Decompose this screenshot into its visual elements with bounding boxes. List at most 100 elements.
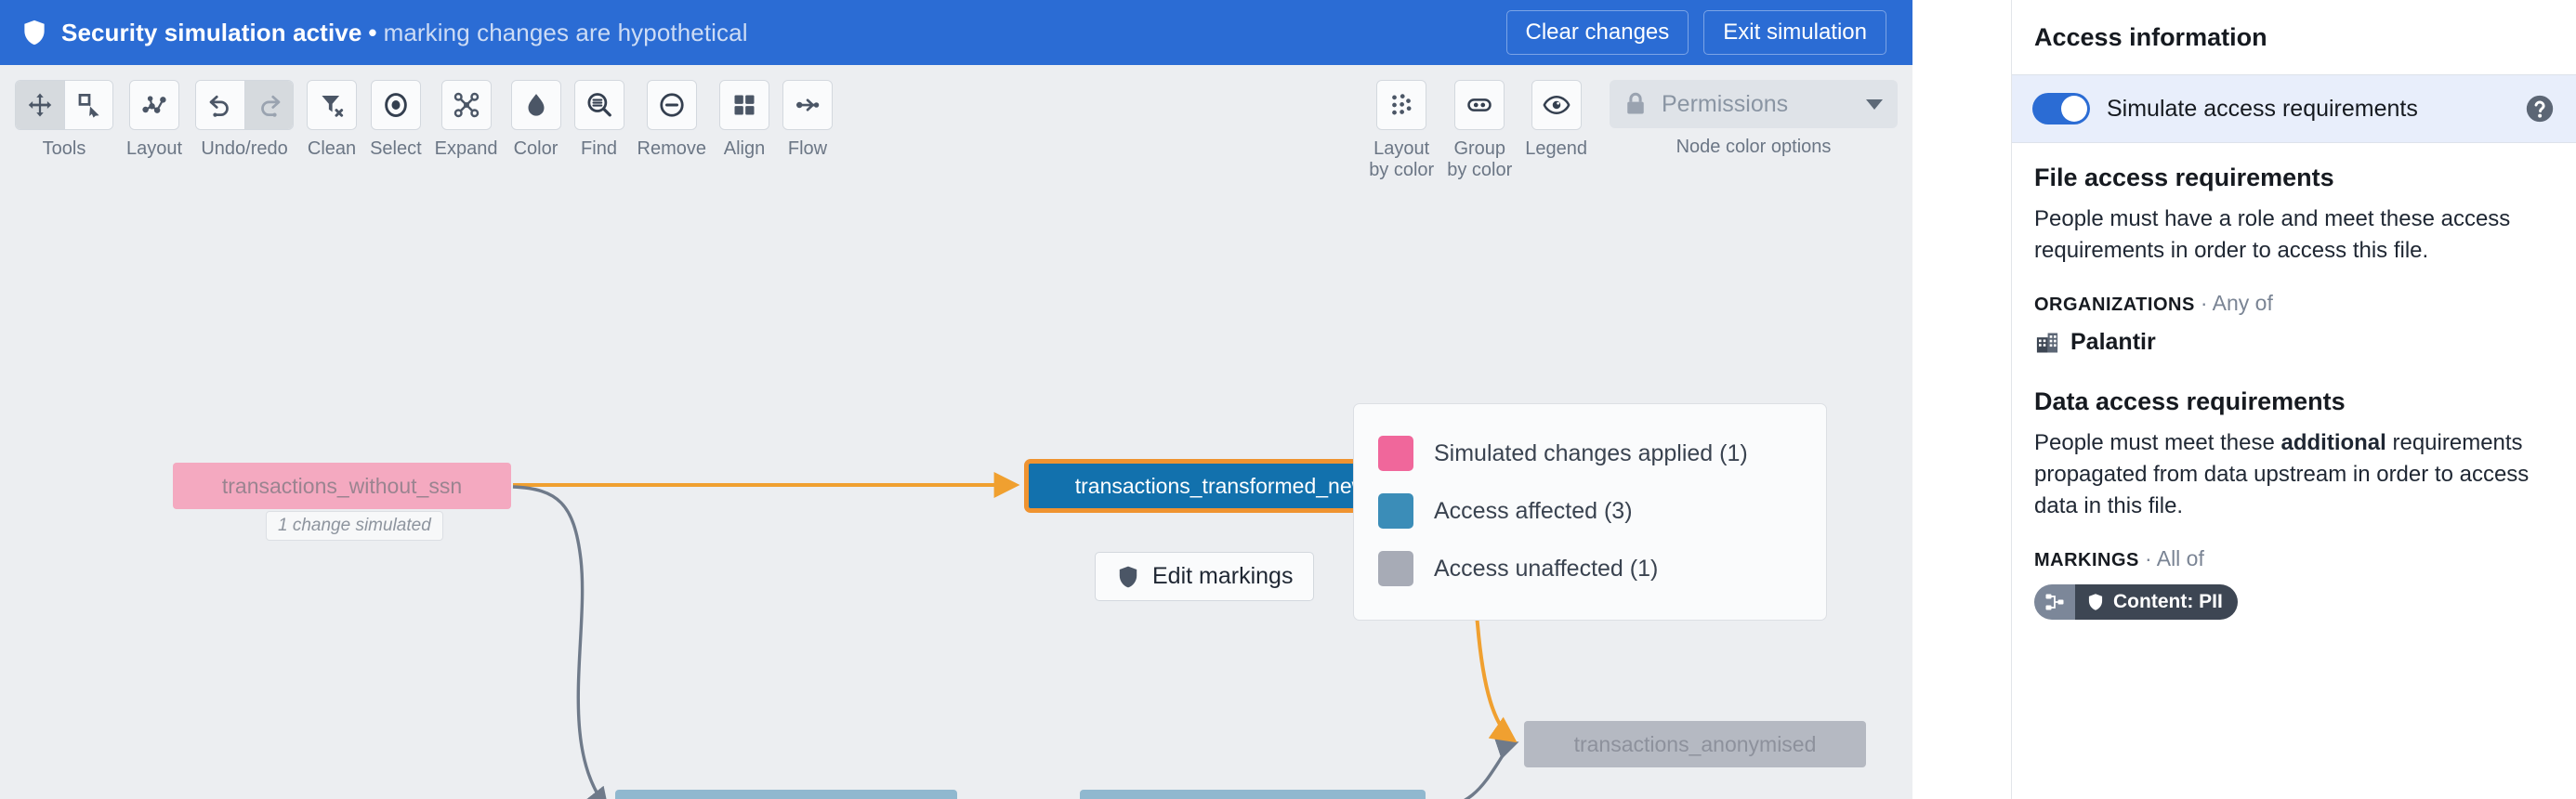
toolbar-label-tools: Tools <box>42 138 86 159</box>
toolbar-label-expand: Expand <box>434 138 498 159</box>
edit-markings-button[interactable]: Edit markings <box>1095 552 1315 601</box>
help-icon[interactable] <box>2524 93 2556 124</box>
undo-button[interactable] <box>196 81 245 129</box>
clean-button[interactable] <box>308 81 357 129</box>
office-building-icon <box>2036 333 2058 353</box>
app-root: Security simulation active • marking cha… <box>0 0 2576 799</box>
toolbar-group-layout: Layout <box>126 80 182 160</box>
flow-arrow-icon <box>795 98 820 111</box>
shield-icon <box>2088 594 2103 611</box>
toolbar-group-expand: Expand <box>435 80 498 160</box>
organization-chip-row: Palantir <box>2034 329 2554 356</box>
shield-icon <box>1119 566 1137 587</box>
toolbar-group-layout-by-color: Layout by color <box>1369 80 1434 181</box>
main-column: Security simulation active • marking cha… <box>0 0 1912 799</box>
toolbar-label-select: Select <box>370 138 422 159</box>
layout-by-color-button[interactable] <box>1377 81 1426 129</box>
legend-label: Simulated changes applied (1) <box>1434 439 1748 466</box>
expand-button[interactable] <box>441 81 491 129</box>
banner-subtitle: marking changes are hypothetical <box>383 18 748 46</box>
file-section-title: File access requirements <box>2034 164 2334 191</box>
toolbar-label-clean: Clean <box>307 138 357 159</box>
dots-layout-icon <box>1392 94 1412 115</box>
clear-changes-button[interactable]: Clear changes <box>1505 10 1689 55</box>
data-req-kind: MARKINGS <box>2034 550 2139 571</box>
data-desc-bold: additional <box>2280 430 2386 456</box>
color-button[interactable] <box>511 81 560 129</box>
file-req-kind: ORGANIZATIONS <box>2034 295 2195 316</box>
layout-tool-button[interactable] <box>130 81 179 129</box>
eye-icon <box>1543 95 1571 115</box>
droplet-color-icon <box>527 94 545 116</box>
graph-node-transactions-without-ssn[interactable]: transactions_without_ssn <box>173 463 511 509</box>
graph-node-transactions-anonymised[interactable]: transactions_anonymised <box>1524 721 1866 767</box>
banner-separator: • <box>368 18 377 46</box>
exit-simulation-button[interactable]: Exit simulation <box>1703 10 1886 55</box>
toggle-knob <box>2061 96 2087 122</box>
toolbar-group-color: Color <box>510 80 561 160</box>
select-button[interactable] <box>371 81 420 129</box>
node-color-options-label: Node color options <box>1676 137 1832 157</box>
redo-button[interactable] <box>244 81 294 129</box>
legend-swatch <box>1378 493 1413 529</box>
legend-label: Access affected (3) <box>1434 497 1633 524</box>
move-tool-button[interactable] <box>16 81 64 129</box>
organization-chip[interactable]: Palantir <box>2034 329 2156 356</box>
access-information-panel: Access information Simulate access requi… <box>2011 0 2576 799</box>
group-by-color-button[interactable] <box>1455 81 1505 129</box>
node-change-badge: 1 change simulated <box>266 511 443 541</box>
legend-toggle-button[interactable] <box>1531 81 1581 129</box>
legend-label: Access unaffected (1) <box>1434 555 1659 582</box>
organization-name: Palantir <box>2070 329 2156 356</box>
panel-title: Access information <box>2034 22 2267 51</box>
find-button[interactable] <box>574 81 624 129</box>
align-grid-icon <box>734 95 755 115</box>
toolbar-right-section: Layout by color Group by color Legend Pe… <box>1369 80 1898 181</box>
graph-node-transactions-incremental[interactable]: transactions_incremental <box>1080 790 1426 799</box>
data-req-kind-row: MARKINGS · All of <box>2034 546 2554 571</box>
simulate-access-toggle[interactable] <box>2032 93 2090 124</box>
legend-item[interactable]: Simulated changes applied (1) <box>1378 425 1802 482</box>
file-req-kind-row: ORGANIZATIONS · Any of <box>2034 291 2554 316</box>
graph-node-transactions-transformed[interactable]: transactions_transformed <box>615 790 957 799</box>
marking-chip[interactable]: Content: PII <box>2034 584 2238 621</box>
toolbar-group-group-by-color: Group by color <box>1447 80 1512 181</box>
target-select-icon <box>385 93 407 117</box>
simulate-access-requirements-row: Simulate access requirements <box>2012 74 2576 143</box>
edit-markings-label: Edit markings <box>1152 563 1294 589</box>
toolbar-label-undo-redo: Undo/redo <box>201 138 288 159</box>
data-section-description: People must meet these additional requir… <box>2034 427 2554 522</box>
file-section-description: People must have a role and meet these a… <box>2034 206 2511 264</box>
legend-item[interactable]: Access affected (3) <box>1378 482 1802 540</box>
shield-icon <box>24 20 45 46</box>
group-pill-icon <box>1467 98 1492 111</box>
toolbar-label-remove: Remove <box>637 138 706 159</box>
flow-button[interactable] <box>782 81 832 129</box>
toolbar-label-legend: Legend <box>1525 138 1587 159</box>
lineage-icon <box>2034 584 2075 621</box>
expand-nodes-icon <box>453 92 479 118</box>
remove-button[interactable] <box>647 81 696 129</box>
lock-icon <box>1627 92 1644 114</box>
legend-swatch <box>1378 551 1413 586</box>
filter-remove-icon <box>322 96 344 117</box>
permissions-select[interactable]: Permissions <box>1610 80 1898 128</box>
redo-icon <box>260 95 280 117</box>
toolbar-group-flow: Flow <box>782 80 833 160</box>
graph-toolbar: Tools Layout Undo/redo Clean Select Expa… <box>0 65 1912 188</box>
toolbar-label-layout-by-color: Layout by color <box>1369 138 1435 180</box>
edge-ssn-to-transformed <box>512 485 609 799</box>
right-icon-rail <box>1912 0 1913 799</box>
select-box-cursor-icon <box>78 94 99 118</box>
toolbar-group-legend: Legend <box>1525 80 1587 160</box>
data-desc-part1: People must meet these <box>2034 430 2281 456</box>
undo-icon <box>209 95 229 117</box>
file-req-qualifier: · Any of <box>2200 291 2273 316</box>
data-section-title: Data access requirements <box>2034 387 2346 416</box>
box-select-tool-button[interactable] <box>64 81 112 129</box>
legend-item[interactable]: Access unaffected (1) <box>1378 540 1802 597</box>
align-button[interactable] <box>719 81 769 129</box>
marking-chip-label: Content: PII <box>2113 591 2223 613</box>
banner-title: Security simulation active <box>61 18 362 46</box>
graph-canvas[interactable]: transactions_without_ssn 1 change simula… <box>0 188 1912 799</box>
